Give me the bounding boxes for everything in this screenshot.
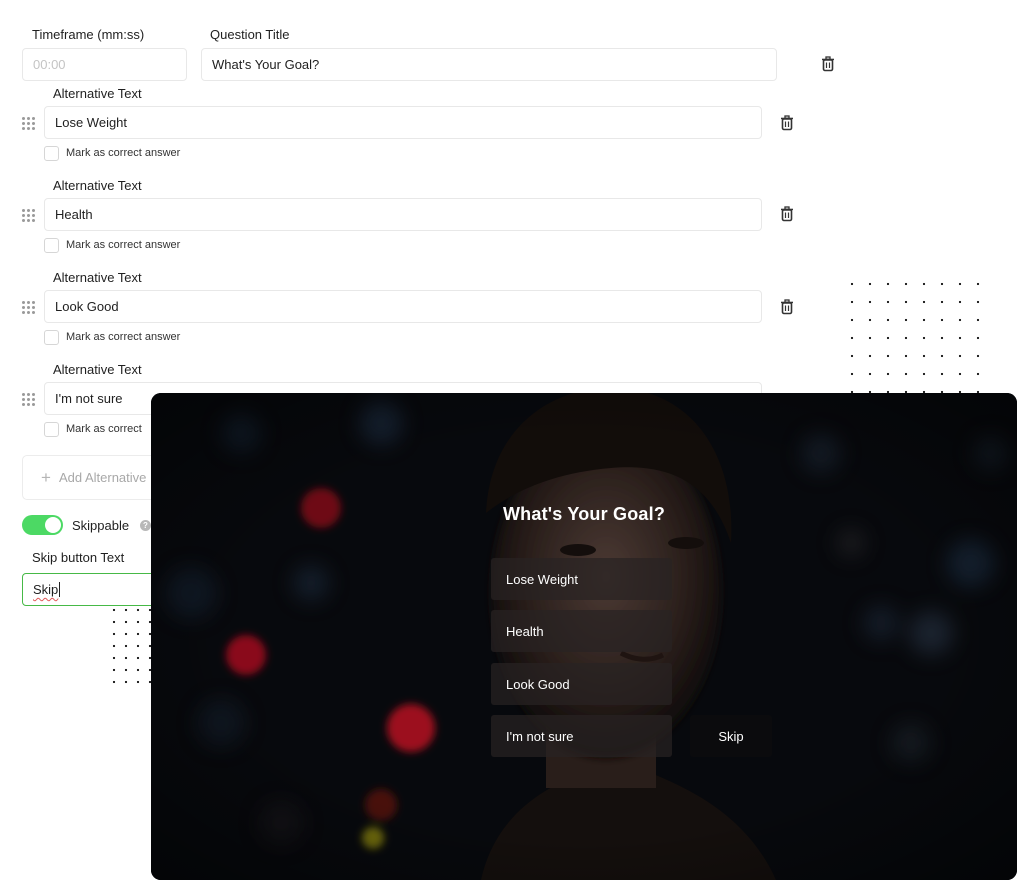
delete-alternative-trash-icon[interactable] <box>780 115 794 131</box>
drag-handle-icon[interactable] <box>22 117 36 131</box>
alternative-label: Alternative Text <box>53 178 142 193</box>
delete-alternative-trash-icon[interactable] <box>780 206 794 222</box>
alternative-label: Alternative Text <box>53 86 142 101</box>
question-title-label: Question Title <box>210 27 290 42</box>
preview-question-title: What's Your Goal? <box>502 504 666 524</box>
dot-pattern-decoration <box>108 604 153 692</box>
skippable-toggle[interactable] <box>22 515 63 535</box>
drag-handle-icon[interactable] <box>22 301 36 315</box>
add-alternative-label: Add Alternative <box>58 470 147 485</box>
drag-handle-icon[interactable] <box>22 209 36 223</box>
mark-correct-label: Mark as correct <box>66 423 142 435</box>
delete-question-trash-icon[interactable] <box>821 56 835 72</box>
mark-correct-checkbox[interactable] <box>44 330 59 345</box>
skippable-label: Skippable <box>72 518 130 533</box>
mark-correct-label: Mark as correct answer <box>66 331 181 343</box>
mark-correct-checkbox[interactable] <box>44 146 59 161</box>
delete-alternative-trash-icon[interactable] <box>780 299 794 315</box>
mark-correct-checkbox[interactable] <box>44 238 59 253</box>
preview-skip-button[interactable]: Skip <box>690 715 772 757</box>
preview-option-button[interactable]: Health <box>491 610 672 652</box>
video-preview-panel: What's Your Goal? Lose Weight Health Loo… <box>151 393 1017 880</box>
alternative-input[interactable]: Lose Weight <box>44 106 762 139</box>
preview-option-button[interactable]: Lose Weight <box>491 558 672 600</box>
plus-icon: + <box>41 468 51 487</box>
help-icon[interactable]: ? <box>140 520 151 531</box>
timeframe-label: Timeframe (mm:ss) <box>32 27 145 42</box>
preview-option-button[interactable]: Look Good <box>491 663 672 705</box>
mark-correct-label: Mark as correct answer <box>66 239 181 251</box>
text-caret <box>59 582 61 597</box>
mark-correct-label: Mark as correct answer <box>66 147 181 159</box>
skip-button-text-label: Skip button Text <box>32 550 125 565</box>
alternative-input[interactable]: Look Good <box>44 290 762 323</box>
timeframe-input[interactable]: 00:00 <box>22 48 187 81</box>
dot-pattern-decoration <box>843 275 987 395</box>
skip-button-text-value: Skip <box>33 582 59 597</box>
alternative-label: Alternative Text <box>53 362 142 377</box>
alternative-input[interactable]: Health <box>44 198 762 231</box>
toggle-knob <box>45 517 61 533</box>
preview-option-button[interactable]: I'm not sure <box>491 715 672 757</box>
alternative-label: Alternative Text <box>53 270 142 285</box>
question-title-input[interactable]: What's Your Goal? <box>201 48 777 81</box>
mark-correct-checkbox[interactable] <box>44 422 59 437</box>
drag-handle-icon[interactable] <box>22 393 36 407</box>
